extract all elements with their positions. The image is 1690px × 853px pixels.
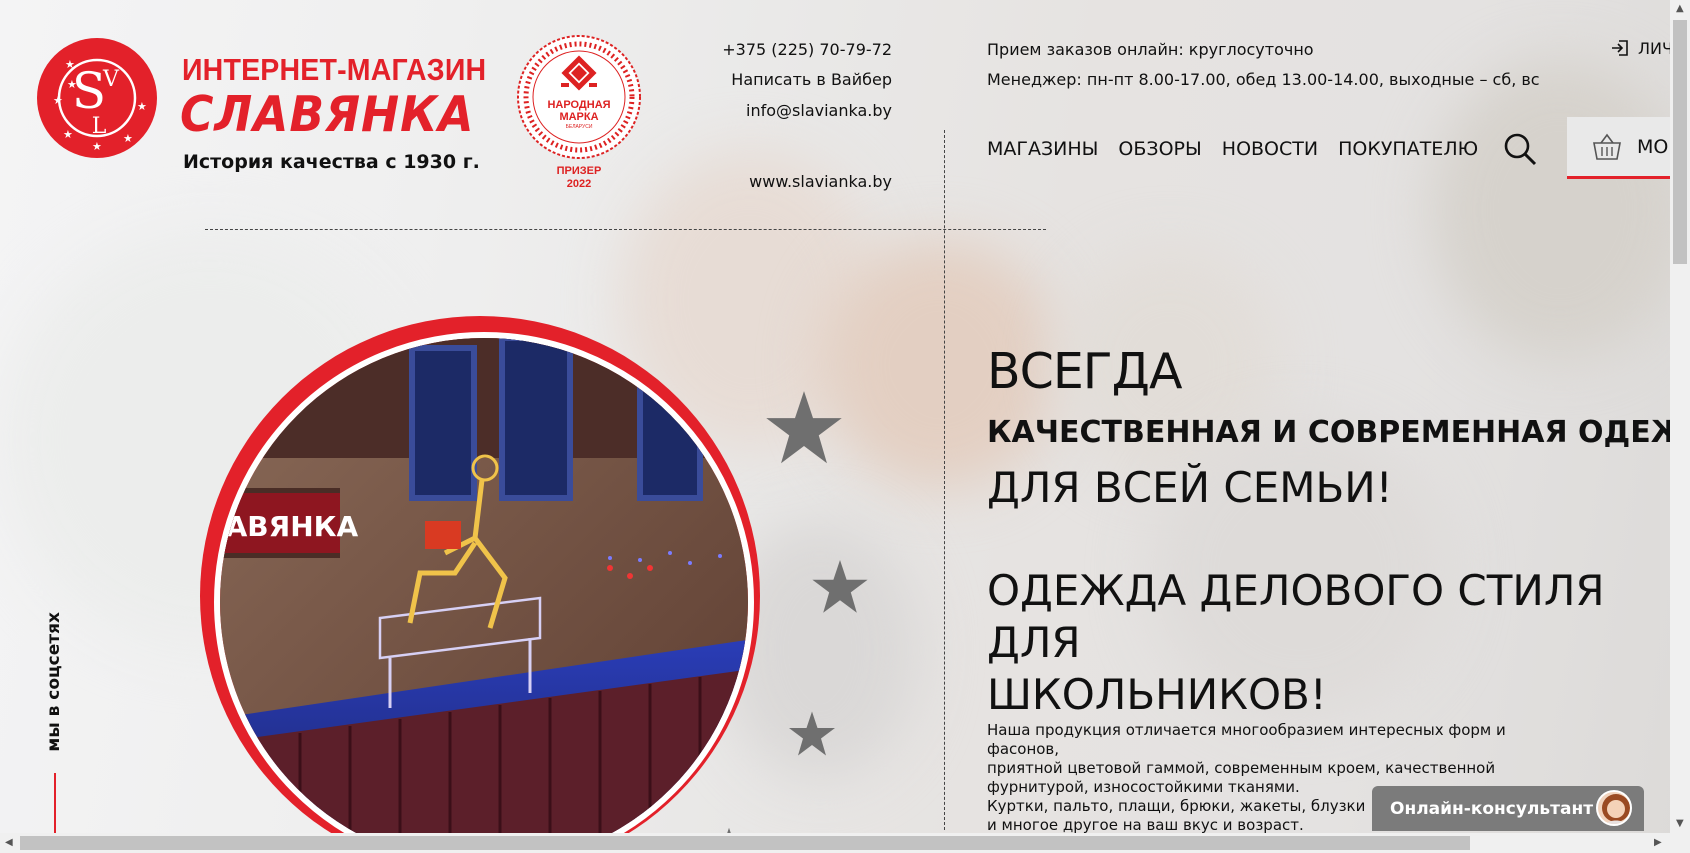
- scroll-left-arrow-icon[interactable]: ◀: [5, 837, 13, 848]
- badge-caption-year: 2022: [566, 178, 592, 190]
- cart-button[interactable]: МО: [1567, 117, 1677, 179]
- vertical-scroll-thumb[interactable]: [1673, 20, 1687, 264]
- online-consultant-button[interactable]: Онлайн-консультант: [1372, 786, 1644, 831]
- column-divider: [944, 130, 945, 830]
- storefront-sign: СЛАВЯНКА: [220, 510, 359, 543]
- badge-caption-prize: ПРИЗЕР: [556, 165, 602, 177]
- scroll-right-arrow-icon[interactable]: ▶: [1654, 837, 1662, 848]
- search-icon[interactable]: [1502, 131, 1538, 167]
- horizontal-scrollbar[interactable]: ◀ ▶: [0, 833, 1670, 853]
- star-icon: [766, 391, 842, 464]
- social-label: мы в соцсетях: [44, 612, 64, 752]
- hero-business-line1: ОДЕЖДА ДЕЛОВОГО СТИЛЯ ДЛЯ: [987, 566, 1605, 667]
- svg-text:★: ★: [92, 140, 102, 153]
- social-line: [54, 773, 56, 833]
- main-nav: МАГАЗИНЫ ОБЗОРЫ НОВОСТИ ПОКУПАТЕЛЮ: [987, 138, 1478, 160]
- basket-icon: [1593, 133, 1621, 160]
- badge-title-2: МАРКА: [559, 111, 598, 123]
- nav-item-reviews[interactable]: ОБЗОРЫ: [1118, 138, 1201, 160]
- login-label: ЛИЧ: [1638, 38, 1673, 58]
- hero-business-line2: ШКОЛЬНИКОВ!: [987, 670, 1327, 719]
- phone-link[interactable]: +375 (225) 70-79-72: [722, 40, 892, 59]
- login-icon: [1612, 40, 1628, 56]
- viber-link[interactable]: Написать в Вайбер: [731, 70, 892, 89]
- svg-text:★: ★: [53, 94, 63, 107]
- nav-item-buyer[interactable]: ПОКУПАТЕЛЮ: [1338, 138, 1478, 160]
- desc-line: приятной цветовой гаммой, современным кр…: [987, 759, 1496, 777]
- brand-name: СЛАВЯНКА: [180, 86, 475, 143]
- site-link[interactable]: www.slavianka.by: [749, 172, 892, 191]
- social-block: мы в соцсетях: [44, 612, 68, 762]
- brand-title: ИНТЕРНЕТ-МАГАЗИН: [182, 52, 487, 87]
- svg-text:S: S: [72, 62, 106, 120]
- vertical-scrollbar[interactable]: ▲ ▼: [1670, 0, 1690, 853]
- svg-text:★: ★: [65, 58, 75, 71]
- storefront-photo: СЛАВЯНКА: [214, 332, 754, 853]
- badge-title-3: БЕЛАРУСИ: [566, 124, 593, 130]
- consultant-avatar: [1596, 790, 1632, 826]
- svg-text:V: V: [102, 67, 120, 92]
- hero-quality: КАЧЕСТВЕННАЯ И СОВРЕМЕННАЯ ОДЕЖДА: [987, 415, 1690, 450]
- nav-item-stores[interactable]: МАГАЗИНЫ: [987, 138, 1098, 160]
- svg-text:★: ★: [137, 100, 147, 113]
- badge-caption: ПРИЗЕР 2022: [540, 165, 618, 191]
- horizontal-scroll-thumb[interactable]: [20, 836, 1470, 850]
- header-divider: [205, 229, 1046, 230]
- email-link[interactable]: info@slavianka.by: [746, 101, 892, 120]
- svg-text:L: L: [92, 114, 107, 139]
- orders-hours: Прием заказов онлайн: круглосуточно: [987, 40, 1314, 59]
- desc-line: Наша продукция отличается многообразием …: [987, 721, 1506, 758]
- star-icon: [789, 711, 835, 756]
- star-icon: [812, 560, 868, 613]
- manager-hours: Менеджер: пн-пт 8.00-17.00, обед 13.00-1…: [987, 70, 1540, 89]
- hero-business: ОДЕЖДА ДЕЛОВОГО СТИЛЯ ДЛЯ ШКОЛЬНИКОВ!: [987, 565, 1687, 721]
- svg-text:★: ★: [67, 78, 77, 91]
- monogram-icon: S V L ★ ★ ★ ★ ★ ★ ★: [53, 58, 147, 153]
- national-brand-badge: НАРОДНАЯ МАРКА БЕЛАРУСИ: [517, 35, 641, 159]
- hero-always: ВСЕГДА: [987, 343, 1182, 400]
- consultant-label: Онлайн-консультант: [1390, 798, 1594, 819]
- scroll-down-arrow-icon[interactable]: ▼: [1676, 818, 1684, 829]
- scroll-up-arrow-icon[interactable]: ▲: [1676, 3, 1684, 14]
- brand-tagline: История качества с 1930 г.: [183, 151, 480, 173]
- nav-item-news[interactable]: НОВОСТИ: [1222, 138, 1318, 160]
- login-link[interactable]: ЛИЧ: [1610, 38, 1673, 58]
- badge-title-1: НАРОДНАЯ: [547, 99, 610, 111]
- svg-text:★: ★: [63, 128, 73, 141]
- hero-family: ДЛЯ ВСЕЙ СЕМЬИ!: [987, 463, 1393, 512]
- svg-text:★: ★: [123, 132, 133, 145]
- brand-logo[interactable]: S V L ★ ★ ★ ★ ★ ★ ★: [37, 38, 157, 158]
- cart-label: МО: [1637, 135, 1669, 158]
